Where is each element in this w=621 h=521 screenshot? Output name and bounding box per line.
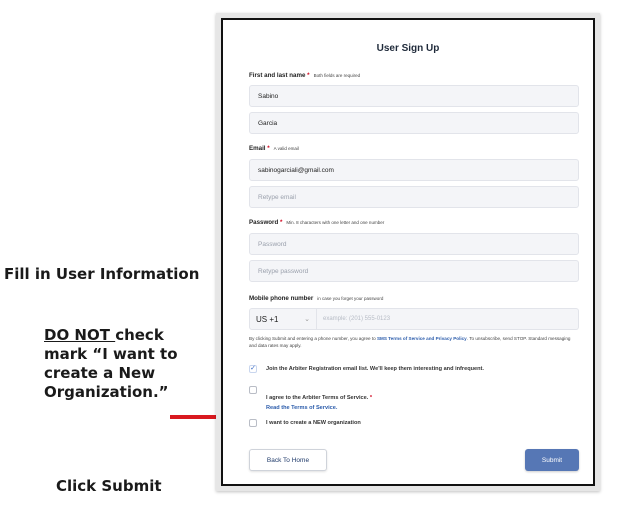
- annotation-fill-in: Fill in User Information: [4, 265, 200, 283]
- email-required-mark: *: [267, 145, 270, 152]
- email-label: Email * A valid email: [249, 145, 299, 152]
- phone-hint: in case you forget your password: [317, 296, 384, 301]
- password-required-mark: *: [279, 219, 283, 226]
- submit-button[interactable]: Submit: [525, 449, 579, 471]
- email-input[interactable]: sabinogarciali@gmail.com: [249, 159, 579, 181]
- password-hint: Min. 8 characters with one letter and on…: [286, 220, 385, 225]
- name-required-mark: *: [307, 72, 310, 79]
- email-list-label: Join the Arbiter Registration email list…: [266, 366, 484, 372]
- chevron-down-icon: ⌄: [304, 316, 310, 323]
- phone-input[interactable]: example: (201) 555-0123: [317, 308, 579, 330]
- form-title: User Sign Up: [376, 43, 440, 54]
- first-name-input[interactable]: Sabino: [249, 85, 579, 107]
- annotation-do-not-check: DO NOT check mark “I want to create a Ne…: [44, 326, 204, 402]
- name-label-text: First and last name: [249, 72, 306, 79]
- terms-label: I agree to the Arbiter Terms of Service.…: [266, 395, 372, 401]
- password-input[interactable]: Password: [249, 233, 579, 255]
- retype-password-input[interactable]: Retype password: [249, 260, 579, 282]
- new-org-row: I want to create a NEW organization: [249, 419, 361, 428]
- password-label-text: Password: [249, 219, 279, 226]
- sms-terms-link[interactable]: SMS Terms of Service and Privacy Policy: [377, 336, 467, 341]
- terms-text-group: I agree to the Arbiter Terms of Service.…: [266, 386, 372, 413]
- terms-required-mark: *: [369, 395, 373, 401]
- last-name-input[interactable]: Garcia: [249, 112, 579, 134]
- sms-disclaimer: By clicking Submit and entering a phone …: [249, 335, 579, 349]
- signup-card: User Sign Up First and last name * Both f…: [221, 18, 595, 486]
- back-to-home-button[interactable]: Back To Home: [249, 449, 327, 471]
- terms-row: I agree to the Arbiter Terms of Service.…: [249, 386, 372, 413]
- new-org-checkbox[interactable]: [249, 419, 257, 427]
- annotation-click-submit: Click Submit: [56, 477, 162, 495]
- phone-label: Mobile phone number in case you forget yo…: [249, 295, 383, 302]
- terms-label-text: I agree to the Arbiter Terms of Service.: [266, 395, 369, 401]
- annotation-do-not-emphasis: DO NOT: [44, 326, 116, 344]
- terms-checkbox[interactable]: [249, 386, 257, 394]
- phone-row: US +1 ⌄ example: (201) 555-0123: [249, 308, 579, 330]
- email-list-checkbox[interactable]: ✓: [249, 365, 257, 373]
- disclaimer-before: By clicking Submit and entering a phone …: [249, 336, 377, 341]
- name-label: First and last name * Both fields are req…: [249, 72, 360, 79]
- new-org-label: I want to create a NEW organization: [266, 420, 361, 426]
- email-hint: A valid email: [273, 146, 299, 151]
- country-code-select[interactable]: US +1 ⌄: [249, 308, 317, 330]
- country-code-value: US +1: [256, 314, 279, 324]
- terms-link[interactable]: Read the Terms of Service.: [266, 404, 372, 413]
- password-label: Password * Min. 8 characters with one let…: [249, 219, 384, 226]
- checkmark-icon: ✓: [250, 365, 256, 372]
- phone-label-text: Mobile phone number: [249, 295, 314, 302]
- email-list-row: ✓ Join the Arbiter Registration email li…: [249, 365, 484, 374]
- email-label-text: Email: [249, 145, 266, 152]
- retype-email-input[interactable]: Retype email: [249, 186, 579, 208]
- name-hint: Both fields are required: [313, 73, 361, 78]
- screenshot-frame: User Sign Up First and last name * Both f…: [216, 13, 600, 491]
